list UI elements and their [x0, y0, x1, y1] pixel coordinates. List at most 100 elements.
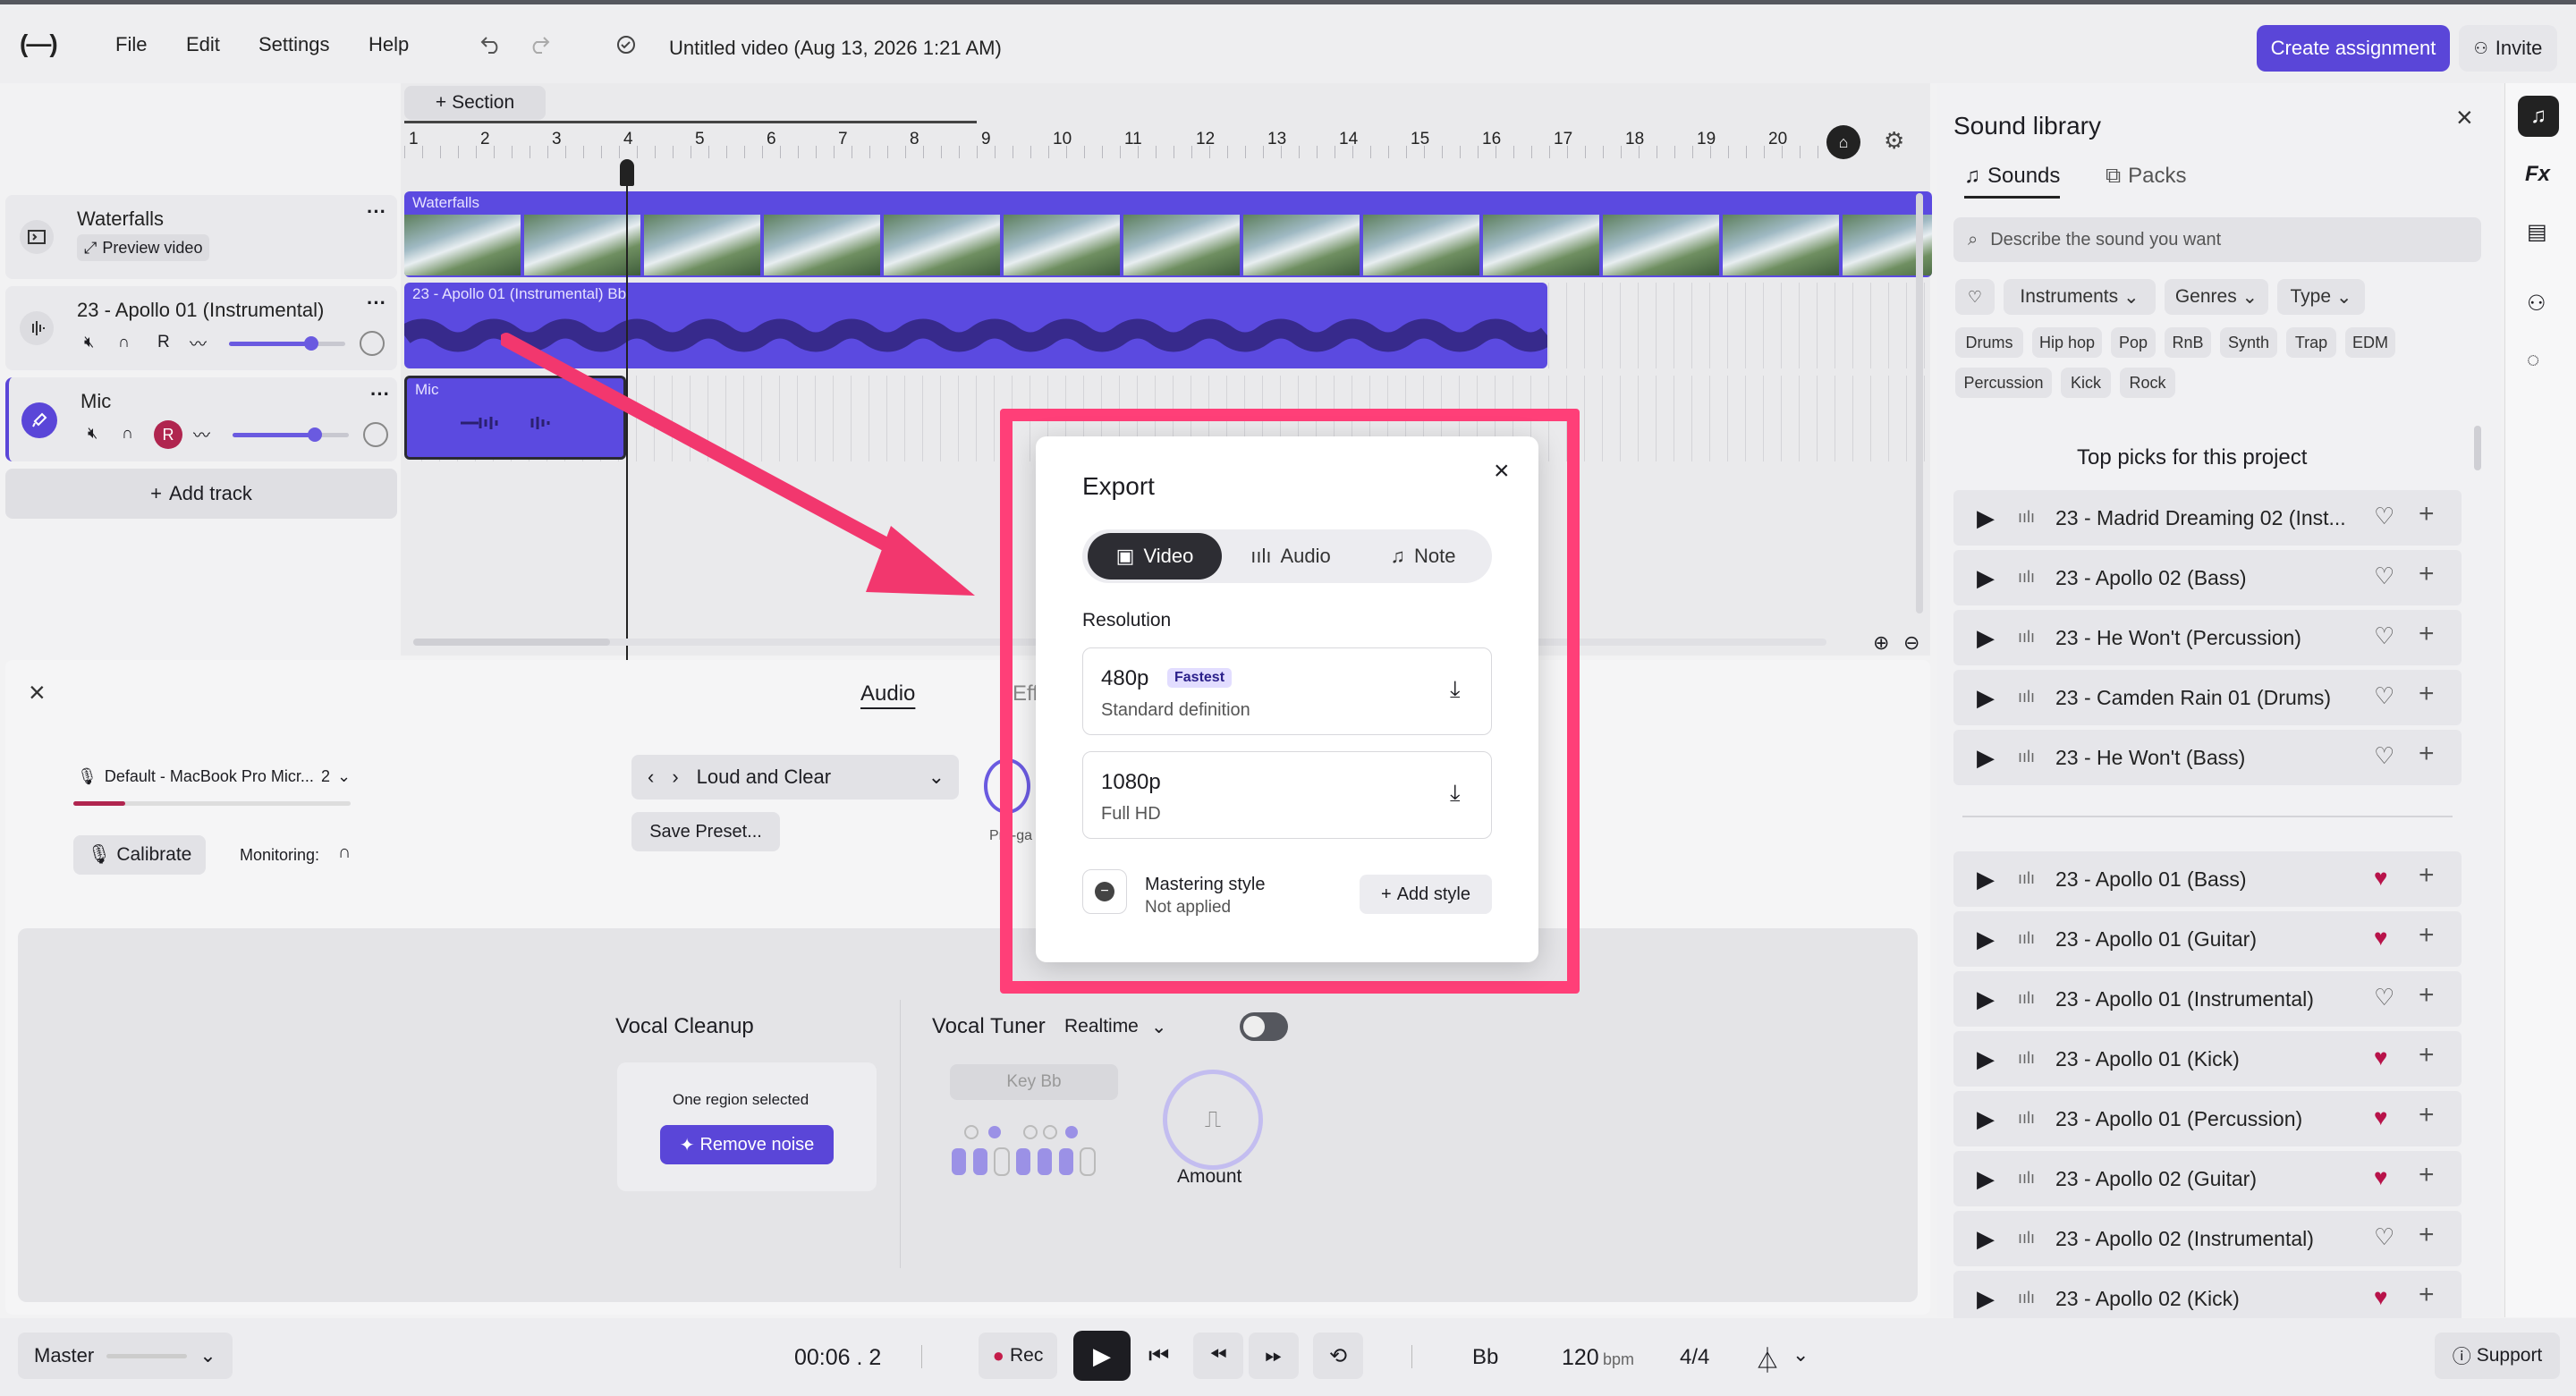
- add-sound-icon[interactable]: +: [2419, 619, 2435, 649]
- track-header-waterfalls[interactable]: Waterfalls ⤢ Preview video ···: [5, 195, 397, 279]
- track-header-mic[interactable]: Mic 🔇︎ ∩ R 〰 ···: [5, 377, 397, 461]
- favorites-filter-heart-icon[interactable]: ♡: [1955, 279, 1995, 315]
- export-option-480p[interactable]: 480p Fastest Standard definition ⤓: [1082, 647, 1492, 735]
- skip-to-start-icon[interactable]: ⏮︎: [1148, 1341, 1169, 1370]
- add-sound-icon[interactable]: +: [2419, 1100, 2435, 1130]
- heart-icon[interactable]: ♡: [2374, 682, 2394, 710]
- sound-row[interactable]: ▶ ıılı 23 - Madrid Dreaming 02 (Inst... ♡ +: [1953, 490, 2462, 546]
- download-icon[interactable]: ⤓: [1450, 779, 1461, 808]
- tab-packs[interactable]: ⧉ Packs: [2106, 164, 2187, 189]
- zoom-in-icon[interactable]: ⊕: [1873, 631, 1889, 655]
- play-icon[interactable]: ▶: [1977, 504, 1995, 532]
- chevron-down-icon[interactable]: ⌄: [1792, 1343, 1809, 1366]
- tag-chip[interactable]: Drums: [1955, 327, 2023, 358]
- app-logo[interactable]: (—): [20, 30, 58, 58]
- sound-library-rail-icon[interactable]: ♫: [2518, 96, 2559, 137]
- menu-edit[interactable]: Edit: [186, 33, 220, 56]
- collaborators-rail-icon[interactable]: ⚇: [2527, 291, 2546, 317]
- fast-forward-button[interactable]: ⏩︎: [1249, 1333, 1299, 1379]
- input-device-select[interactable]: 🎙︎ Default - MacBook Pro Micr... 2 ⌄: [77, 767, 351, 786]
- heart-icon[interactable]: ♡: [2374, 503, 2394, 530]
- play-icon[interactable]: ▶: [1977, 1225, 1995, 1253]
- add-track-button[interactable]: + Add track: [5, 469, 397, 519]
- undo-icon[interactable]: [479, 35, 503, 55]
- pan-knob[interactable]: [363, 422, 388, 447]
- headphones-icon[interactable]: ∩: [118, 333, 130, 351]
- heart-icon[interactable]: ♡: [2374, 563, 2394, 590]
- add-sound-icon[interactable]: +: [2419, 559, 2435, 589]
- sound-row[interactable]: ▶ ıılı 23 - Apollo 02 (Guitar) ♥ +: [1953, 1151, 2462, 1206]
- snap-icon[interactable]: ⌂: [1826, 125, 1860, 159]
- redo-icon[interactable]: [528, 35, 551, 55]
- play-icon[interactable]: ▶: [1977, 564, 1995, 592]
- add-sound-icon[interactable]: +: [2419, 1160, 2435, 1190]
- sound-row[interactable]: ▶ ıılı 23 - Apollo 02 (Bass) ♡ +: [1953, 550, 2462, 605]
- tag-chip[interactable]: Percussion: [1955, 368, 2052, 398]
- play-icon[interactable]: ▶: [1977, 866, 1995, 893]
- close-panel-icon[interactable]: ×: [29, 676, 46, 709]
- preview-video-button[interactable]: ⤢ Preview video: [77, 234, 210, 261]
- create-assignment-button[interactable]: Create assignment: [2257, 25, 2450, 72]
- tab-sounds[interactable]: ♫ Sounds: [1964, 164, 2061, 199]
- key-display[interactable]: Bb: [1472, 1345, 1498, 1370]
- menu-help[interactable]: Help: [369, 33, 409, 56]
- track-name[interactable]: Waterfalls: [77, 207, 164, 231]
- tag-chip[interactable]: Hip hop: [2032, 327, 2102, 358]
- heart-icon[interactable]: ♡: [2374, 622, 2394, 650]
- menu-settings[interactable]: Settings: [258, 33, 330, 56]
- sound-row[interactable]: ▶ ıılı 23 - He Won't (Bass) ♡ +: [1953, 730, 2462, 785]
- tempo-display[interactable]: 120: [1562, 1345, 1599, 1371]
- support-button[interactable]: ⓘ Support: [2435, 1333, 2560, 1379]
- track-more-icon[interactable]: ···: [367, 200, 386, 224]
- add-sound-icon[interactable]: +: [2419, 1040, 2435, 1070]
- heart-icon[interactable]: ♡: [2374, 1223, 2394, 1251]
- volume-slider[interactable]: [229, 336, 345, 351]
- timeline-ruler[interactable]: 1 2 3 4 5 6 7 8 9 10 11 12 13 14 15 16 1…: [404, 123, 1907, 158]
- rewind-button[interactable]: ⏪︎: [1193, 1333, 1243, 1379]
- vocal-tuner-toggle[interactable]: [1240, 1012, 1288, 1041]
- add-style-button[interactable]: + Add style: [1360, 875, 1492, 914]
- scale-note-selector[interactable]: [950, 1125, 1111, 1179]
- save-preset-button[interactable]: Save Preset...: [631, 812, 780, 851]
- menu-file[interactable]: File: [115, 33, 147, 56]
- remove-noise-button[interactable]: ✦ Remove noise: [660, 1125, 834, 1164]
- instruments-filter[interactable]: Instruments ⌄: [2004, 279, 2156, 315]
- automation-icon[interactable]: 〰: [190, 331, 207, 355]
- library-scrollbar[interactable]: [2474, 426, 2481, 470]
- time-signature[interactable]: 4/4: [1680, 1345, 1709, 1370]
- sound-row[interactable]: ▶ ıılı 23 - Apollo 02 (Instrumental) ♡ +: [1953, 1211, 2462, 1266]
- add-sound-icon[interactable]: +: [2419, 1220, 2435, 1250]
- invite-button[interactable]: ⚇ Invite: [2459, 25, 2557, 72]
- play-icon[interactable]: ▶: [1977, 1165, 1995, 1193]
- tag-chip[interactable]: Pop: [2111, 327, 2156, 358]
- track-header-apollo[interactable]: 23 - Apollo 01 (Instrumental) 🔇︎ ∩ R 〰 ·…: [5, 286, 397, 370]
- fx-rail-icon[interactable]: Fx: [2525, 162, 2550, 187]
- next-preset-icon[interactable]: ›: [672, 766, 678, 789]
- tag-chip[interactable]: EDM: [2345, 327, 2395, 358]
- sound-row[interactable]: ▶ ıılı 23 - He Won't (Percussion) ♡ +: [1953, 610, 2462, 665]
- heart-icon[interactable]: ♥: [2374, 1163, 2387, 1191]
- play-icon[interactable]: ▶: [1977, 1045, 1995, 1073]
- video-clip[interactable]: Waterfalls: [404, 191, 1932, 277]
- tag-chip[interactable]: Kick: [2061, 368, 2111, 398]
- headphones-icon[interactable]: ∩: [122, 424, 133, 443]
- play-icon[interactable]: ▶: [1977, 1105, 1995, 1133]
- record-arm-button[interactable]: R: [154, 420, 182, 449]
- sound-search-input[interactable]: ⌕ Describe the sound you want: [1953, 217, 2481, 262]
- sound-row[interactable]: ▶ ıılı 23 - Apollo 01 (Instrumental) ♡ +: [1953, 971, 2462, 1027]
- heart-icon[interactable]: ♥: [2374, 924, 2387, 952]
- prev-preset-icon[interactable]: ‹: [648, 766, 654, 789]
- amount-knob[interactable]: ⎍: [1163, 1070, 1263, 1170]
- add-sound-icon[interactable]: +: [2419, 499, 2435, 529]
- video-rail-icon[interactable]: ▤: [2527, 219, 2547, 245]
- heart-icon[interactable]: ♥: [2374, 864, 2387, 892]
- close-library-icon[interactable]: ×: [2456, 101, 2473, 134]
- tag-chip[interactable]: Trap: [2286, 327, 2336, 358]
- heart-icon[interactable]: ♥: [2374, 1283, 2387, 1311]
- timeline-settings-icon[interactable]: ⚙: [1884, 127, 1904, 155]
- close-dialog-icon[interactable]: ×: [1494, 456, 1510, 486]
- heart-icon[interactable]: ♡: [2374, 742, 2394, 770]
- type-filter[interactable]: Type ⌄: [2277, 279, 2365, 315]
- tab-audio[interactable]: Audio: [860, 681, 915, 706]
- tag-chip[interactable]: Synth: [2220, 327, 2277, 358]
